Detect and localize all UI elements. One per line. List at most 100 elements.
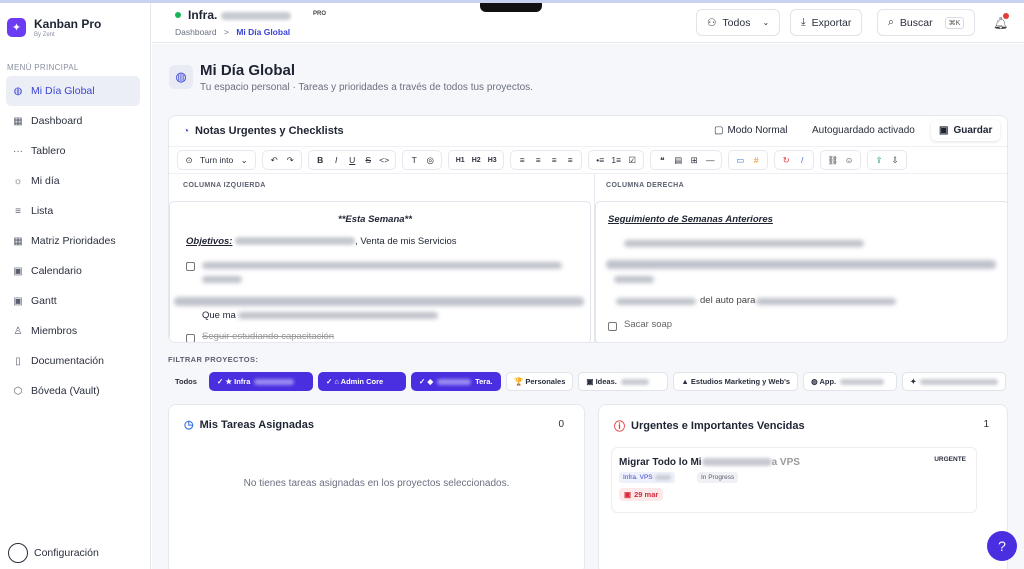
file-icon[interactable]: ▤ xyxy=(671,152,685,168)
checklist-icon[interactable]: ☑ xyxy=(625,152,639,168)
search-button[interactable]: ⌕ Buscar ⌘K xyxy=(877,9,976,36)
redacted-line xyxy=(756,298,896,305)
download-icon[interactable]: ⇩ xyxy=(888,152,902,168)
turn-into-dropdown[interactable]: ⊙ Turn into ⌄ xyxy=(177,150,257,170)
heading1-icon[interactable]: H1 xyxy=(453,152,467,168)
heading2-icon[interactable]: H2 xyxy=(469,152,483,168)
sidebar-item-configuracion[interactable]: Configuración xyxy=(8,543,99,563)
sidebar-item-label: Dashboard xyxy=(31,115,83,127)
redacted-line xyxy=(616,298,696,305)
sidebar-item-dashboard[interactable]: ▦ Dashboard xyxy=(6,106,140,136)
right-checkbox-1[interactable] xyxy=(608,320,621,332)
refresh-icon[interactable]: ↻ xyxy=(779,152,793,168)
chip-estudios[interactable]: ▲ Estudios Marketing y Web's xyxy=(673,372,799,391)
chip-tera[interactable]: ✓ ◆ Tera. xyxy=(410,372,501,391)
chip-todos[interactable]: Todos xyxy=(168,372,204,391)
clock-icon: ◷ xyxy=(184,419,194,431)
comment-icon[interactable]: ▭ xyxy=(733,152,747,168)
align-justify-icon[interactable]: ≡ xyxy=(563,152,577,168)
chip-label: ✓ ◆ xyxy=(418,377,434,386)
text-icon[interactable]: T xyxy=(407,152,421,168)
bold-icon[interactable]: B xyxy=(313,152,327,168)
calendar-icon: ▣ xyxy=(624,490,632,499)
sidebar-item-matriz[interactable]: ▦ Matriz Prioridades xyxy=(6,226,140,256)
chip-admin-core[interactable]: ✓ ⌂ Admin Core xyxy=(317,372,406,391)
save-button[interactable]: ▣ Guardar xyxy=(931,120,1001,141)
brand-name: Kanban Pro xyxy=(34,17,102,31)
export-button[interactable]: ⤓ Exportar xyxy=(790,9,863,36)
upload-icon[interactable]: ⇪ xyxy=(872,152,886,168)
right-column-header: COLUMNA DERECHA xyxy=(606,182,685,189)
sidebar-item-documentacion[interactable]: ▯ Documentación xyxy=(6,346,140,376)
emoji-icon[interactable]: ☺ xyxy=(842,152,856,168)
quote-icon[interactable]: ❝ xyxy=(655,152,669,168)
chip-ideas[interactable]: ▣ Ideas. xyxy=(578,372,669,391)
redacted-line xyxy=(202,276,242,283)
align-group: ≡ ≡ ≡ ≡ xyxy=(510,150,583,170)
members-filter-button[interactable]: ⚇ Todos ⌄ xyxy=(696,9,781,36)
chip-label: ✓ ★ Infra xyxy=(216,377,251,386)
sidebar-item-miembros[interactable]: ♙ Miembros xyxy=(6,316,140,346)
left-checkbox-1[interactable] xyxy=(186,260,199,272)
dots-icon: ··· xyxy=(13,145,23,157)
editor-toolbar: ⊙ Turn into ⌄ ↶ ↷ B I U S <> T ◎ H1 H2 H3 ≡ ≡ ≡ ≡ •≡ 1… xyxy=(169,146,1007,174)
workspace-name[interactable]: Infra. xyxy=(188,8,291,22)
brand[interactable]: ✦ Kanban Pro By Zent xyxy=(7,17,101,38)
chip-label: ✦ xyxy=(910,377,917,386)
bullet-list-icon[interactable]: •≡ xyxy=(593,152,607,168)
link-icon[interactable]: ⛓ xyxy=(825,152,840,168)
brand-sub: By Zent xyxy=(34,32,55,38)
redo-icon[interactable]: ↷ xyxy=(283,152,297,168)
chip-personales[interactable]: 🏆 Personales xyxy=(505,372,574,391)
slash-icon[interactable]: / xyxy=(795,152,809,168)
right-column-editor[interactable]: Seguimiento de Semanas Anteriores del au… xyxy=(595,201,1007,342)
turn-into-label: Turn into xyxy=(200,155,234,165)
sidebar-item-boveda[interactable]: ⬡ Bóveda (Vault) xyxy=(6,376,140,406)
urgent-task-card[interactable]: Migrar Todo lo Mi a VPS URGENTE Infra. VP… xyxy=(611,447,977,513)
breadcrumb: Dashboard > Mi Día Global xyxy=(175,27,290,37)
due-date-text: 29 mar xyxy=(634,490,659,499)
align-center-icon[interactable]: ≡ xyxy=(531,152,545,168)
task-project-tag: Infra. VPS xyxy=(619,472,675,483)
italic-icon[interactable]: I xyxy=(329,152,343,168)
calendar-icon: ▣ xyxy=(13,265,23,277)
undo-icon[interactable]: ↶ xyxy=(267,152,281,168)
objetivos-tail: , Venta de mis Servicios xyxy=(355,236,457,247)
sidebar-item-mi-dia[interactable]: ☼ Mi día xyxy=(6,166,140,196)
objetivos-label: Objetivos: xyxy=(186,236,233,247)
underline-icon[interactable]: U xyxy=(345,152,359,168)
sidebar-item-gantt[interactable]: ▣ Gantt xyxy=(6,286,140,316)
breadcrumb-root[interactable]: Dashboard xyxy=(175,27,217,37)
task-title-tail: a VPS xyxy=(771,457,800,468)
hash-icon[interactable]: # xyxy=(749,152,763,168)
redacted-line xyxy=(202,262,562,269)
sidebar-item-label: Calendario xyxy=(31,265,82,277)
gantt-icon: ▣ xyxy=(13,295,23,307)
sidebar-item-calendario[interactable]: ▣ Calendario xyxy=(6,256,140,286)
ordered-list-icon[interactable]: 1≡ xyxy=(609,152,623,168)
chip-infra[interactable]: ✓ ★ Infra xyxy=(208,372,313,391)
chip-app[interactable]: ◍ App. xyxy=(803,372,898,391)
chip-other[interactable]: ✦ xyxy=(902,372,1007,391)
code-icon[interactable]: <> xyxy=(377,152,391,168)
left-checkbox-2[interactable] xyxy=(186,332,199,342)
chip-label: ◍ App. xyxy=(811,377,837,386)
sidebar-item-mi-dia-global[interactable]: ◍ Mi Día Global xyxy=(6,76,140,106)
strike-icon[interactable]: S xyxy=(361,152,375,168)
redacted-text xyxy=(620,378,649,385)
redacted-text xyxy=(437,378,472,385)
align-left-icon[interactable]: ≡ xyxy=(515,152,529,168)
mode-toggle-button[interactable]: ▢ Modo Normal xyxy=(714,125,787,136)
redacted-text xyxy=(654,475,671,480)
redacted-text xyxy=(235,237,356,246)
left-column-editor[interactable]: **Esta Semana** Objetivos: , Venta de mi… xyxy=(169,201,591,342)
callout-group: ▭ # xyxy=(728,150,769,170)
sidebar-item-tablero[interactable]: ··· Tablero xyxy=(6,136,140,166)
divider-icon[interactable]: — xyxy=(703,152,717,168)
sidebar-item-lista[interactable]: ≡ Lista xyxy=(6,196,140,226)
align-right-icon[interactable]: ≡ xyxy=(547,152,561,168)
palette-icon[interactable]: ◎ xyxy=(423,152,437,168)
help-button[interactable]: ? xyxy=(987,531,1017,561)
table-icon[interactable]: ⊞ xyxy=(687,152,701,168)
heading3-icon[interactable]: H3 xyxy=(485,152,499,168)
